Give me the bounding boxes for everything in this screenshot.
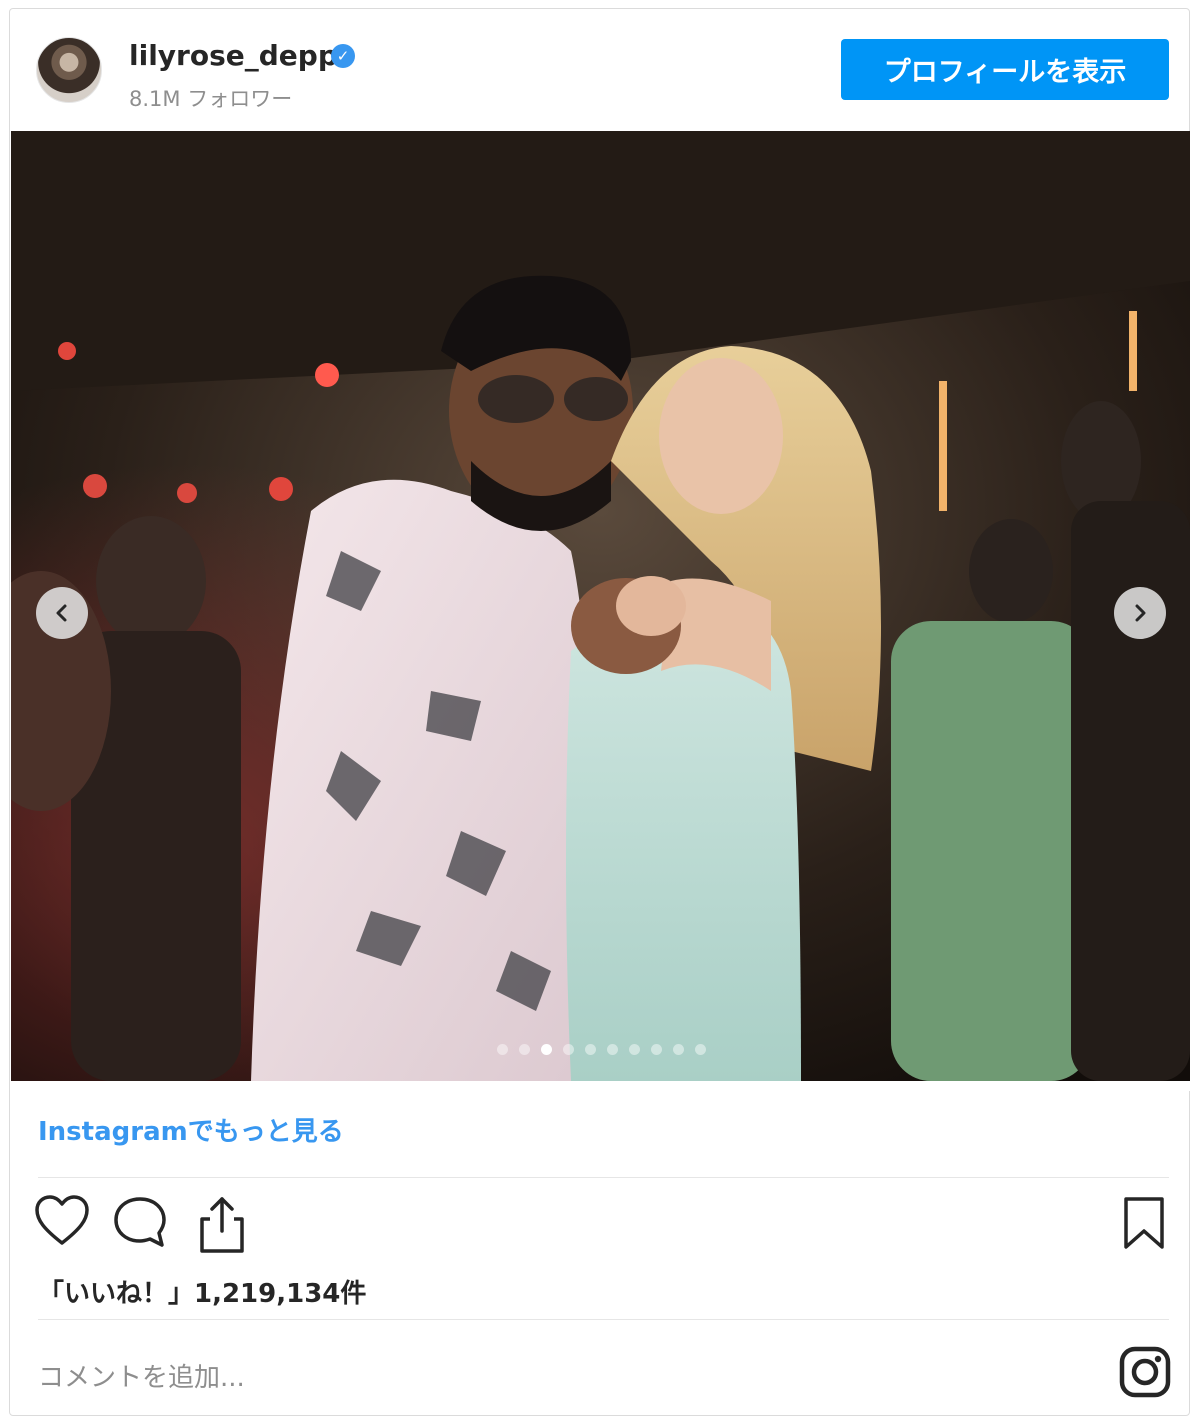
party-photo-illustration [11, 131, 1190, 1081]
carousel-dot [629, 1044, 640, 1055]
instagram-icon [1119, 1346, 1171, 1398]
view-more-on-instagram-link[interactable]: Instagramでもっと見る [38, 1111, 344, 1148]
like-button[interactable] [34, 1195, 90, 1251]
post-photo[interactable] [11, 131, 1190, 1081]
share-button[interactable] [196, 1195, 248, 1259]
verified-badge-icon: ✓ [331, 44, 355, 68]
carousel-dot [497, 1044, 508, 1055]
carousel-dot [585, 1044, 596, 1055]
divider [38, 1319, 1169, 1320]
chevron-left-icon [56, 604, 67, 622]
chevron-right-icon [1135, 604, 1146, 622]
heart-icon [35, 1195, 89, 1245]
share-icon [200, 1197, 244, 1253]
like-count: 「いいね！」1,219,134件 [38, 1279, 367, 1309]
carousel-dot [673, 1044, 684, 1055]
post-header: lilyrose_depp ✓ 8.1M フォロワー プロフィールを表示 [10, 9, 1189, 131]
bookmark-icon [1124, 1197, 1164, 1249]
avatar[interactable] [36, 37, 102, 103]
carousel-dot [607, 1044, 618, 1055]
save-button[interactable] [1122, 1195, 1166, 1255]
previous-slide-button[interactable] [36, 587, 88, 639]
comment-button[interactable] [112, 1195, 168, 1253]
next-slide-button[interactable] [1114, 587, 1166, 639]
instagram-embed-card: lilyrose_depp ✓ 8.1M フォロワー プロフィールを表示 Ins… [9, 8, 1191, 1416]
carousel-dot [695, 1044, 706, 1055]
instagram-logo-button[interactable] [1118, 1345, 1172, 1399]
comment-icon [114, 1197, 166, 1247]
carousel-dot [541, 1044, 552, 1055]
view-profile-button[interactable]: プロフィールを表示 [841, 39, 1169, 100]
carousel-dot [563, 1044, 574, 1055]
carousel-dot [519, 1044, 530, 1055]
carousel-dot [651, 1044, 662, 1055]
comment-input[interactable] [36, 1349, 1100, 1407]
photo-bottom-border [10, 1081, 1191, 1091]
follower-count: 8.1M フォロワー [129, 87, 293, 111]
username[interactable]: lilyrose_depp [129, 39, 338, 72]
divider [38, 1177, 1169, 1178]
